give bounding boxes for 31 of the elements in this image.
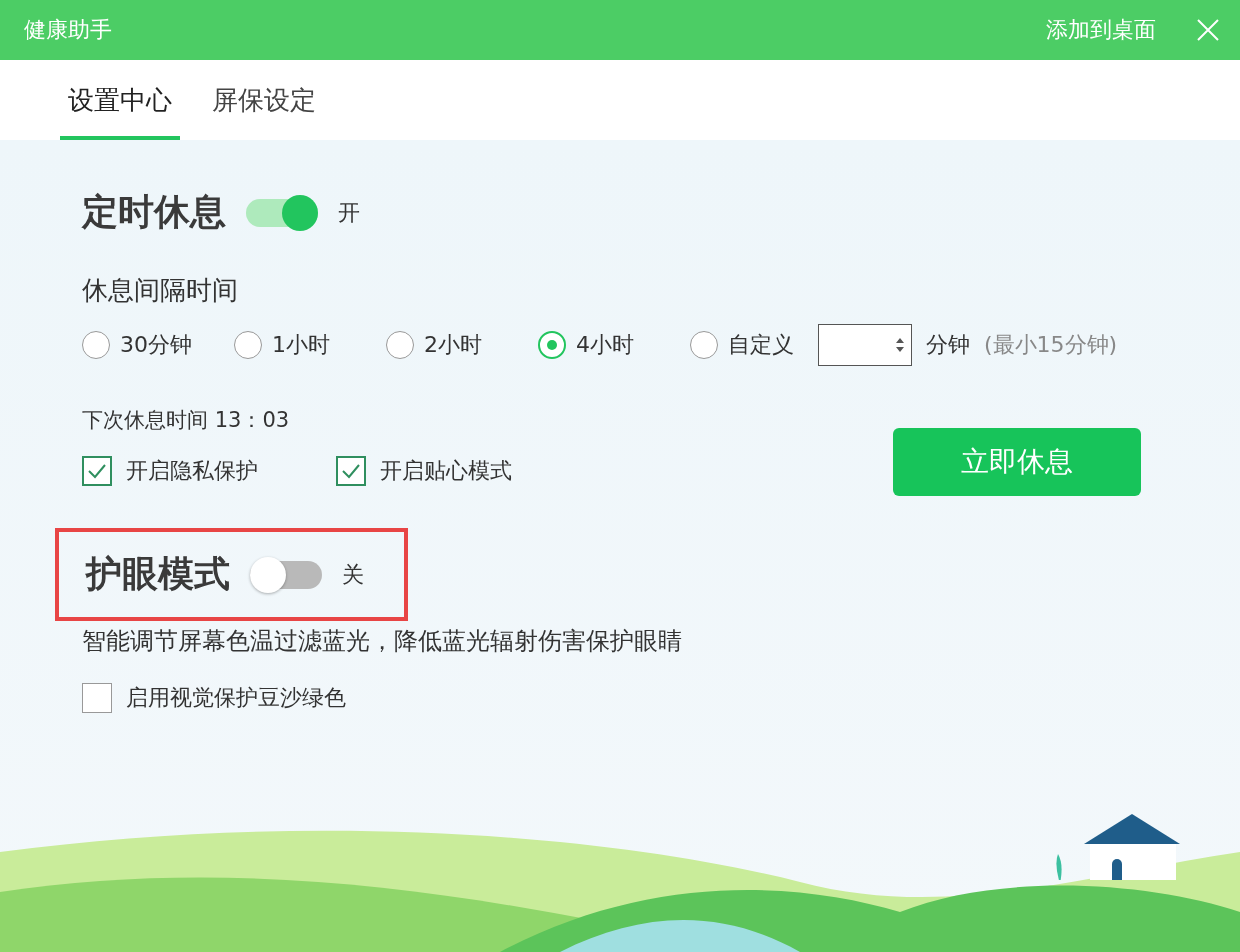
radio-button[interactable]	[690, 331, 718, 359]
hint-text: (最小15分钟)	[984, 331, 1118, 359]
checkbox[interactable]	[82, 456, 112, 486]
radio-button[interactable]	[234, 331, 262, 359]
radio-label: 4小时	[576, 331, 634, 359]
description-text: 智能调节屏幕色温过滤蓝光，降低蓝光辐射伤害保护眼睛	[82, 626, 683, 657]
tab[interactable]: 屏保设定	[204, 64, 324, 140]
interval-label: 休息间隔时间	[82, 274, 239, 307]
radio-label: 2小时	[424, 331, 482, 359]
radio-label: 自定义	[728, 331, 794, 359]
check-mark-icon	[341, 463, 361, 479]
checkbox-label: 开启隐私保护	[126, 457, 258, 485]
minutes-spinbox[interactable]	[818, 324, 912, 366]
section-heading: 护眼模式	[86, 552, 230, 596]
radio-label: 1小时	[272, 331, 330, 359]
next-break-time: 下次休息时间 13：03	[82, 407, 291, 434]
checkbox[interactable]	[336, 456, 366, 486]
radio-button[interactable]	[538, 331, 566, 359]
checkbox-label: 启用视觉保护豆沙绿色	[126, 684, 346, 712]
check-mark-icon	[87, 463, 107, 479]
radio-button[interactable]	[82, 331, 110, 359]
section-heading: 定时休息	[82, 190, 226, 234]
window-title: 健康助手	[24, 16, 113, 44]
checkbox-label: 开启贴心模式	[380, 457, 512, 485]
radio-button[interactable]	[386, 331, 414, 359]
toggle-label: 开	[338, 198, 360, 227]
close-icon[interactable]	[1196, 18, 1220, 42]
unit-label: 分钟	[926, 331, 970, 359]
checkbox[interactable]	[82, 683, 112, 713]
toggle-label: 关	[342, 560, 364, 589]
radio-label: 30分钟	[120, 331, 192, 359]
